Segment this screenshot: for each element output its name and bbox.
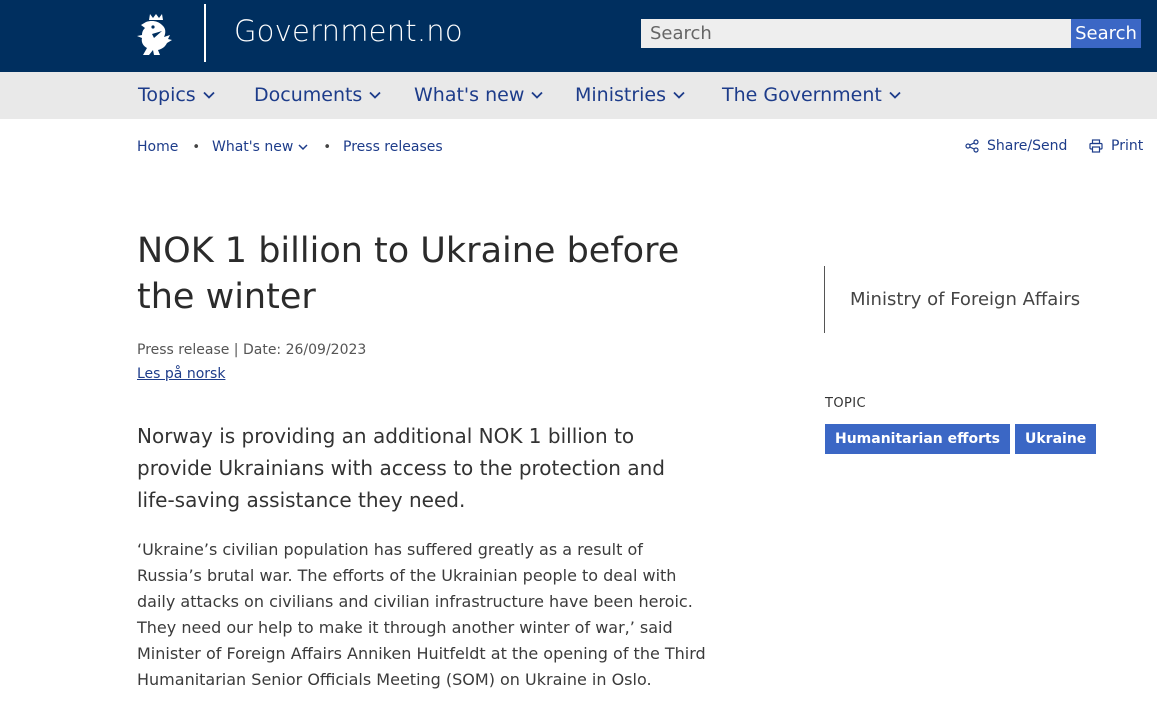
- breadcrumb-separator: •: [323, 139, 332, 155]
- site-name[interactable]: Government.no: [234, 14, 463, 48]
- chevron-down-icon[interactable]: [297, 141, 309, 153]
- ministry-box: Ministry of Foreign Affairs: [824, 266, 1080, 333]
- nav-item-documents[interactable]: Documents: [254, 84, 382, 106]
- breadcrumb-press-releases[interactable]: Press releases: [343, 139, 443, 155]
- search-button[interactable]: Search: [1071, 19, 1141, 48]
- chevron-down-icon: [673, 91, 685, 99]
- article-body: ‘Ukraine’s civilian population has suffe…: [137, 540, 706, 689]
- site-header: Government.no Search: [0, 0, 1157, 72]
- nav-item-whats-new[interactable]: What's new: [414, 84, 544, 106]
- article-meta: Press release | Date: 26/09/2023: [137, 342, 367, 358]
- share-send-label: Share/Send: [987, 138, 1068, 154]
- chevron-down-icon: [531, 91, 543, 99]
- chevron-down-icon: [889, 91, 901, 99]
- article-lead: Norway is providing an additional NOK 1 …: [137, 424, 665, 512]
- nav-item-label: Topics: [138, 84, 196, 106]
- print-link[interactable]: Print: [1089, 138, 1143, 154]
- norwegian-lion-coat-of-arms-icon[interactable]: [136, 12, 176, 58]
- logo-divider: [204, 4, 206, 62]
- main-nav: Topics Documents What's new Ministries T…: [0, 72, 1157, 119]
- printer-icon: [1089, 139, 1103, 153]
- nav-item-label: What's new: [414, 84, 525, 106]
- nav-item-the-government[interactable]: The Government: [722, 84, 902, 106]
- nav-item-label: Documents: [254, 84, 363, 106]
- nav-item-label: The Government: [722, 84, 882, 106]
- chevron-down-icon: [369, 91, 381, 99]
- print-label: Print: [1111, 138, 1144, 154]
- ministry-name[interactable]: Ministry of Foreign Affairs: [850, 289, 1080, 310]
- chevron-down-icon: [203, 91, 215, 99]
- breadcrumb-separator: •: [192, 139, 201, 155]
- breadcrumb-home[interactable]: Home: [137, 139, 178, 155]
- tag-humanitarian-efforts[interactable]: Humanitarian efforts: [825, 424, 1010, 454]
- share-send-link[interactable]: Share/Send: [965, 138, 1067, 154]
- breadcrumb-whats-new[interactable]: What's new: [212, 139, 293, 155]
- norwegian-language-link[interactable]: Les på norsk: [137, 366, 225, 382]
- share-icon: [965, 139, 979, 153]
- topic-label: TOPIC: [825, 396, 866, 411]
- topic-tags: Humanitarian efforts Ukraine: [825, 424, 1097, 454]
- search-input[interactable]: [641, 19, 1071, 48]
- tag-ukraine[interactable]: Ukraine: [1015, 424, 1097, 454]
- page-title: NOK 1 billion to Ukraine before the wint…: [137, 231, 680, 317]
- nav-item-topics[interactable]: Topics: [138, 84, 216, 106]
- nav-item-ministries[interactable]: Ministries: [575, 84, 686, 106]
- breadcrumb: Home • What's new • Press releases: [137, 139, 443, 155]
- nav-item-label: Ministries: [575, 84, 667, 106]
